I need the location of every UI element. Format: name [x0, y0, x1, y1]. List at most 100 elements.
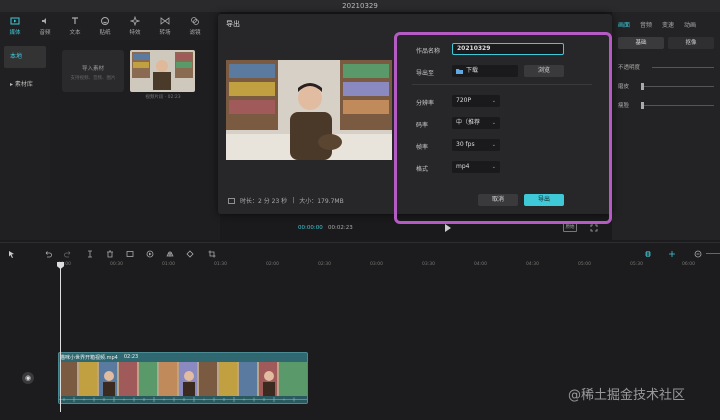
opacity-row: 不透明度 [618, 63, 714, 71]
properties-subtabs: 基础 抠像 [618, 37, 714, 49]
watermark: @稀土掘金技术社区 [568, 388, 686, 403]
info-separator: | [292, 197, 295, 204]
opacity-label: 不透明度 [618, 65, 641, 71]
track-audio-toggle[interactable]: ◉ [22, 372, 34, 384]
smooth-row: 磨皮 [618, 82, 714, 90]
current-time: 00:00:00 [298, 225, 323, 231]
tool-transition[interactable]: 转场 [150, 12, 180, 40]
playhead-line[interactable] [60, 262, 61, 412]
export-preview-frame [226, 60, 392, 160]
duration-info: 时长：2 分 23 秒 [240, 198, 288, 205]
ruler-tick: 06:00 [682, 262, 695, 267]
slider-knob[interactable] [641, 101, 645, 109]
left-nav: 本地 ▸ 素材库 [0, 40, 50, 240]
media-thumbnail[interactable] [130, 50, 195, 92]
video-frame-thumbnail [130, 50, 195, 92]
filter-icon [191, 17, 199, 25]
tool-label: 特效 [129, 30, 141, 36]
rotate-icon[interactable] [186, 250, 194, 258]
ruler-tick: 02:30 [318, 262, 331, 267]
transition-icon [160, 17, 170, 25]
crop-icon[interactable] [208, 250, 216, 258]
play-icon[interactable] [444, 223, 452, 233]
highlight-frame [394, 32, 612, 224]
audio-icon [42, 18, 46, 24]
tab-audio[interactable]: 音频 [640, 20, 652, 29]
slim-row: 瘦脸 [618, 101, 714, 109]
text-icon [72, 17, 78, 24]
nav-local[interactable]: 本地 [4, 46, 46, 68]
clip-filmstrip [59, 362, 307, 396]
tool-audio[interactable]: 音频 [30, 12, 60, 40]
select-cursor-icon[interactable] [8, 250, 16, 258]
slim-slider[interactable] [641, 101, 714, 109]
opacity-slider[interactable] [652, 66, 714, 68]
tab-picture[interactable]: 画面 [618, 20, 630, 29]
tool-label: 转场 [159, 30, 171, 36]
export-info: 时长：2 分 23 秒 | 大小：179.7MB [228, 196, 344, 205]
properties-tabs: 画面 音频 变速 动画 [612, 12, 720, 29]
subtab-basic[interactable]: 基础 [618, 37, 664, 49]
nav-library[interactable]: ▸ 素材库 [4, 74, 46, 96]
sticker-icon [101, 17, 109, 25]
snap-icon[interactable] [668, 250, 676, 258]
ruler-tick: 01:00 [162, 262, 175, 267]
tool-text[interactable]: 文本 [60, 12, 90, 40]
ruler-tick: 01:30 [214, 262, 227, 267]
undo-icon[interactable] [44, 250, 52, 258]
import-hint: 支持视频、音频、图片 [70, 76, 116, 81]
smooth-label: 磨皮 [618, 84, 630, 90]
tool-label: 贴纸 [99, 30, 111, 36]
ruler-tick: 03:30 [422, 262, 435, 267]
import-label: 导入素材 [81, 66, 104, 72]
tool-filter[interactable]: 滤镜 [180, 12, 210, 40]
slim-label: 瘦脸 [618, 103, 630, 109]
app-window: 20210329 媒体 音频 文本 贴纸 特效 转场 滤镜 本地 ▸ 素材库 导… [0, 0, 720, 420]
top-toolbar: 媒体 音频 文本 贴纸 特效 转场 滤镜 [0, 12, 220, 40]
size-info: 大小：179.7MB [299, 198, 344, 205]
zoom-slider[interactable] [706, 253, 720, 254]
smooth-slider[interactable] [641, 82, 714, 90]
slider-knob[interactable] [641, 82, 645, 90]
tool-effects[interactable]: 特效 [120, 12, 150, 40]
ratio-button[interactable]: 原始 [563, 223, 577, 232]
ruler-tick: 05:00 [578, 262, 591, 267]
total-time: 00:02:23 [328, 225, 353, 231]
tab-speed[interactable]: 变速 [662, 20, 674, 29]
tool-sticker[interactable]: 贴纸 [90, 12, 120, 40]
split-icon[interactable] [86, 250, 94, 258]
link-icon[interactable] [644, 250, 652, 258]
ruler-tick: 02:00 [266, 262, 279, 267]
ruler-tick: 03:00 [370, 262, 383, 267]
properties-panel: 画面 音频 变速 动画 基础 抠像 不透明度 磨皮 瘦脸 [612, 12, 720, 240]
tool-label: 文本 [69, 30, 81, 36]
subtab-matting[interactable]: 抠像 [668, 37, 714, 49]
fullscreen-icon[interactable] [590, 224, 598, 232]
clip-header: 猫咪小世界开箱视频.mp4 02:23 [60, 354, 138, 361]
dialog-title: 导出 [226, 20, 240, 28]
film-icon [228, 197, 235, 204]
clip-name: 猫咪小世界开箱视频.mp4 [60, 355, 118, 361]
window-title: 20210329 [0, 0, 720, 12]
import-media-button[interactable]: 导入素材 支持视频、音频、图片 [62, 50, 124, 92]
redo-icon[interactable] [64, 250, 72, 258]
tool-label: 音频 [39, 30, 51, 36]
reverse-icon[interactable] [146, 250, 154, 258]
tool-label: 滤镜 [189, 30, 201, 36]
ruler-tick: 04:30 [526, 262, 539, 267]
timeline-ruler: 00:00 00:30 01:00 01:30 02:00 02:30 03:0… [56, 262, 720, 272]
tool-media[interactable]: 媒体 [0, 12, 30, 40]
ruler-tick: 00:30 [110, 262, 123, 267]
clip-duration: 02:23 [123, 354, 139, 360]
thumbnail-caption: 视频片段 · 02:23 [145, 95, 181, 100]
delete-icon[interactable] [106, 250, 114, 258]
freeze-icon[interactable] [126, 250, 134, 258]
tab-animation[interactable]: 动画 [684, 20, 696, 29]
media-icon [10, 17, 20, 25]
effects-icon [130, 16, 140, 26]
mirror-icon[interactable] [166, 250, 174, 258]
audio-waveform [59, 396, 307, 403]
ruler-tick: 04:00 [474, 262, 487, 267]
ruler-tick: 05:30 [630, 262, 643, 267]
zoom-out-icon[interactable] [694, 250, 702, 258]
